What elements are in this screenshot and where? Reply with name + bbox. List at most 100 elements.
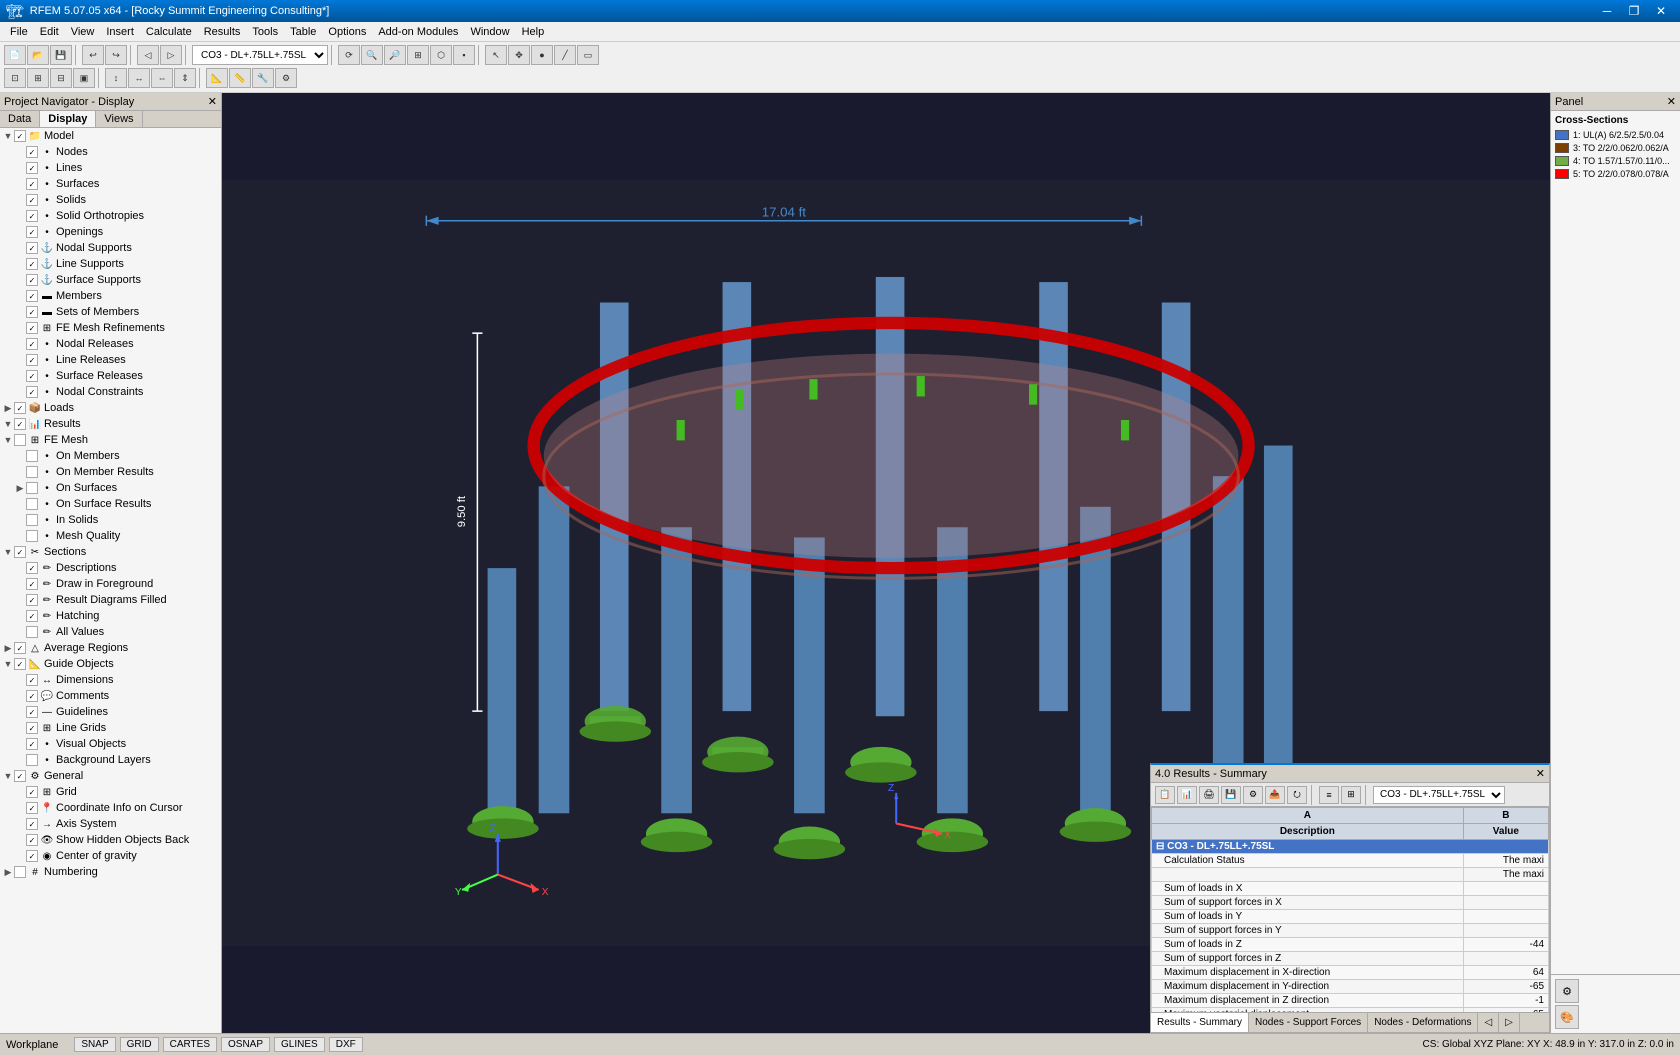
tree-checkbox[interactable] — [26, 146, 38, 158]
tree-expander-icon[interactable] — [14, 818, 26, 830]
tree-expander-icon[interactable] — [14, 562, 26, 574]
tree-item-nodal-constraints[interactable]: •Nodal Constraints — [0, 384, 221, 400]
tb-redo[interactable]: ↪ — [105, 45, 127, 65]
tree-checkbox[interactable] — [26, 786, 38, 798]
tree-item-results[interactable]: ▼📊Results — [0, 416, 221, 432]
tree-expander-icon[interactable] — [14, 370, 26, 382]
tree-checkbox[interactable] — [26, 594, 38, 606]
tb-fit[interactable]: ⊞ — [407, 45, 429, 65]
tb-r7[interactable]: ⇔ — [151, 68, 173, 88]
res-tb-4[interactable]: 💾 — [1221, 786, 1241, 804]
tree-expander-icon[interactable]: ▶ — [2, 866, 14, 878]
tree-checkbox[interactable] — [26, 754, 38, 766]
tree-expander-icon[interactable] — [14, 306, 26, 318]
tree-checkbox[interactable] — [26, 626, 38, 638]
footer-tab-support-forces[interactable]: Nodes - Support Forces — [1249, 1013, 1368, 1032]
tree-expander-icon[interactable] — [14, 258, 26, 270]
tree-expander-icon[interactable] — [14, 610, 26, 622]
tree-expander-icon[interactable] — [14, 498, 26, 510]
tree-expander-icon[interactable]: ▶ — [14, 482, 26, 494]
tree-item-on-member-results[interactable]: •On Member Results — [0, 464, 221, 480]
tb-r9[interactable]: 📐 — [206, 68, 228, 88]
tb-zoom-out[interactable]: 🔎 — [384, 45, 406, 65]
tree-expander-icon[interactable] — [14, 162, 26, 174]
res-tb-5[interactable]: ⚙ — [1243, 786, 1263, 804]
tree-checkbox[interactable] — [26, 370, 38, 382]
tree-item-on-surfaces[interactable]: ▶•On Surfaces — [0, 480, 221, 496]
tree-expander-icon[interactable] — [14, 450, 26, 462]
tree-item-sets-of-members[interactable]: ▬Sets of Members — [0, 304, 221, 320]
tb-rotate[interactable]: ⟳ — [338, 45, 360, 65]
table-row[interactable]: Sum of support forces in X — [1152, 896, 1549, 910]
tab-display[interactable]: Display — [40, 111, 96, 127]
tree-item-openings[interactable]: •Openings — [0, 224, 221, 240]
tree-expander-icon[interactable] — [14, 178, 26, 190]
tb-r6[interactable]: ↔ — [128, 68, 150, 88]
tree-item-solid-orthotropies[interactable]: •Solid Orthotropies — [0, 208, 221, 224]
tree-checkbox[interactable] — [26, 674, 38, 686]
tree-item-guide-objects[interactable]: ▼📐Guide Objects — [0, 656, 221, 672]
tree-expander-icon[interactable] — [14, 578, 26, 590]
tree-expander-icon[interactable] — [14, 706, 26, 718]
tree-checkbox[interactable] — [14, 770, 26, 782]
tree-item-nodal-releases[interactable]: •Nodal Releases — [0, 336, 221, 352]
tree-item-sections[interactable]: ▼✂Sections — [0, 544, 221, 560]
close-button[interactable]: ✕ — [1648, 0, 1674, 22]
tree-expander-icon[interactable] — [14, 322, 26, 334]
table-row[interactable]: Maximum displacement in Z direction-1 — [1152, 994, 1549, 1008]
menu-item-calculate[interactable]: Calculate — [140, 24, 198, 40]
tree-checkbox[interactable] — [26, 322, 38, 334]
tree-expander-icon[interactable]: ▼ — [2, 770, 14, 782]
tree-expander-icon[interactable] — [14, 850, 26, 862]
tree-expander-icon[interactable] — [14, 594, 26, 606]
tree-checkbox[interactable] — [26, 242, 38, 254]
tree-expander-icon[interactable] — [14, 290, 26, 302]
tree-expander-icon[interactable] — [14, 690, 26, 702]
table-row[interactable]: Sum of support forces in Z — [1152, 952, 1549, 966]
menu-item-file[interactable]: File — [4, 24, 34, 40]
res-tb-9[interactable]: ⊞ — [1341, 786, 1361, 804]
tree-item-on-surface-results[interactable]: •On Surface Results — [0, 496, 221, 512]
tree-expander-icon[interactable] — [14, 738, 26, 750]
tb-node[interactable]: ● — [531, 45, 553, 65]
tree-item-general[interactable]: ▼⚙General — [0, 768, 221, 784]
tree-checkbox[interactable] — [26, 386, 38, 398]
tb-select[interactable]: ↖ — [485, 45, 507, 65]
tb-surface[interactable]: ▭ — [577, 45, 599, 65]
tree-expander-icon[interactable] — [14, 754, 26, 766]
tree-expander-icon[interactable]: ▼ — [2, 658, 14, 670]
res-tb-7[interactable]: ⭮ — [1287, 786, 1307, 804]
tree-expander-icon[interactable] — [14, 226, 26, 238]
tree-expander-icon[interactable] — [14, 514, 26, 526]
tb-new[interactable]: 📄 — [4, 45, 26, 65]
tree-item-axis-system[interactable]: →Axis System — [0, 816, 221, 832]
tb-next[interactable]: ▷ — [160, 45, 182, 65]
tree-checkbox[interactable] — [14, 658, 26, 670]
tb-r12[interactable]: ⚙ — [275, 68, 297, 88]
panel-close-icon[interactable]: ✕ — [1667, 95, 1676, 108]
tree-item-line-releases[interactable]: •Line Releases — [0, 352, 221, 368]
footer-tab-deformations[interactable]: Nodes - Deformations — [1368, 1013, 1478, 1032]
tree-item-loads[interactable]: ▶📦Loads — [0, 400, 221, 416]
tree-expander-icon[interactable]: ▶ — [2, 642, 14, 654]
tree-item-all-values[interactable]: ✏All Values — [0, 624, 221, 640]
tb-r3[interactable]: ⊟ — [50, 68, 72, 88]
tree-expander-icon[interactable] — [14, 242, 26, 254]
res-tb-1[interactable]: 📋 — [1155, 786, 1175, 804]
tree-expander-icon[interactable] — [14, 834, 26, 846]
tree-expander-icon[interactable] — [14, 466, 26, 478]
table-row[interactable]: Maximum displacement in X-direction64 — [1152, 966, 1549, 980]
tree-expander-icon[interactable]: ▼ — [2, 130, 14, 142]
menu-item-add-on-modules[interactable]: Add-on Modules — [372, 24, 464, 40]
tree-item-mesh-quality[interactable]: •Mesh Quality — [0, 528, 221, 544]
tree-item-surface-supports[interactable]: ⚓Surface Supports — [0, 272, 221, 288]
tree-checkbox[interactable] — [26, 178, 38, 190]
tree-checkbox[interactable] — [26, 514, 38, 526]
table-row[interactable]: Sum of support forces in Y — [1152, 924, 1549, 938]
tree-checkbox[interactable] — [26, 562, 38, 574]
tree-checkbox[interactable] — [26, 706, 38, 718]
tree-checkbox[interactable] — [26, 738, 38, 750]
tree-item-surfaces[interactable]: •Surfaces — [0, 176, 221, 192]
tree-expander-icon[interactable] — [14, 210, 26, 222]
tree-checkbox[interactable] — [26, 530, 38, 542]
